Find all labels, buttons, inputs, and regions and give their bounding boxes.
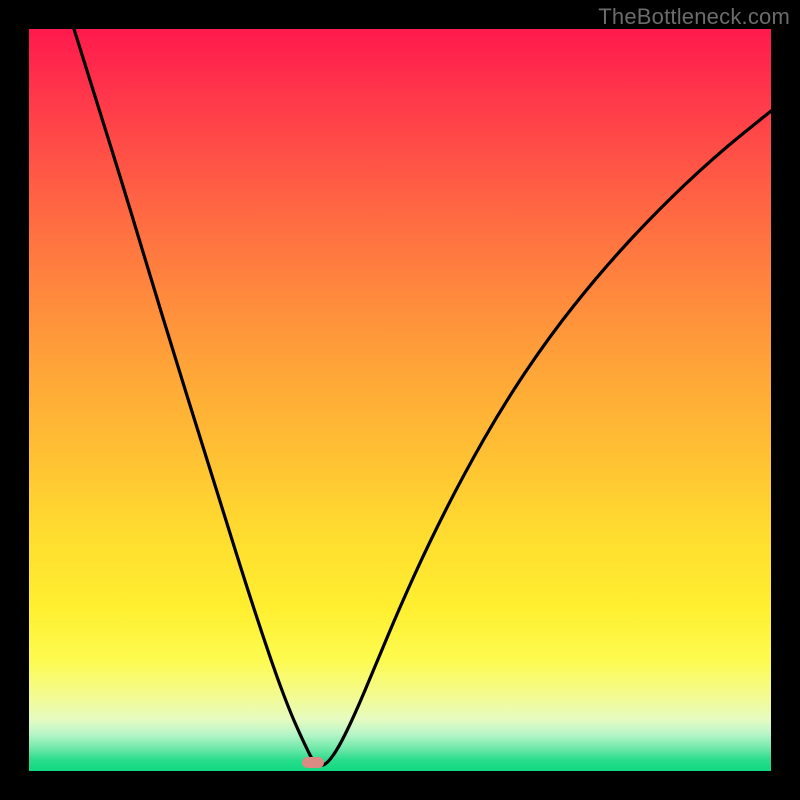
curve-path [74,29,771,765]
minimum-marker [302,757,324,768]
bottleneck-curve [29,29,771,771]
watermark-text: TheBottleneck.com [598,4,790,30]
